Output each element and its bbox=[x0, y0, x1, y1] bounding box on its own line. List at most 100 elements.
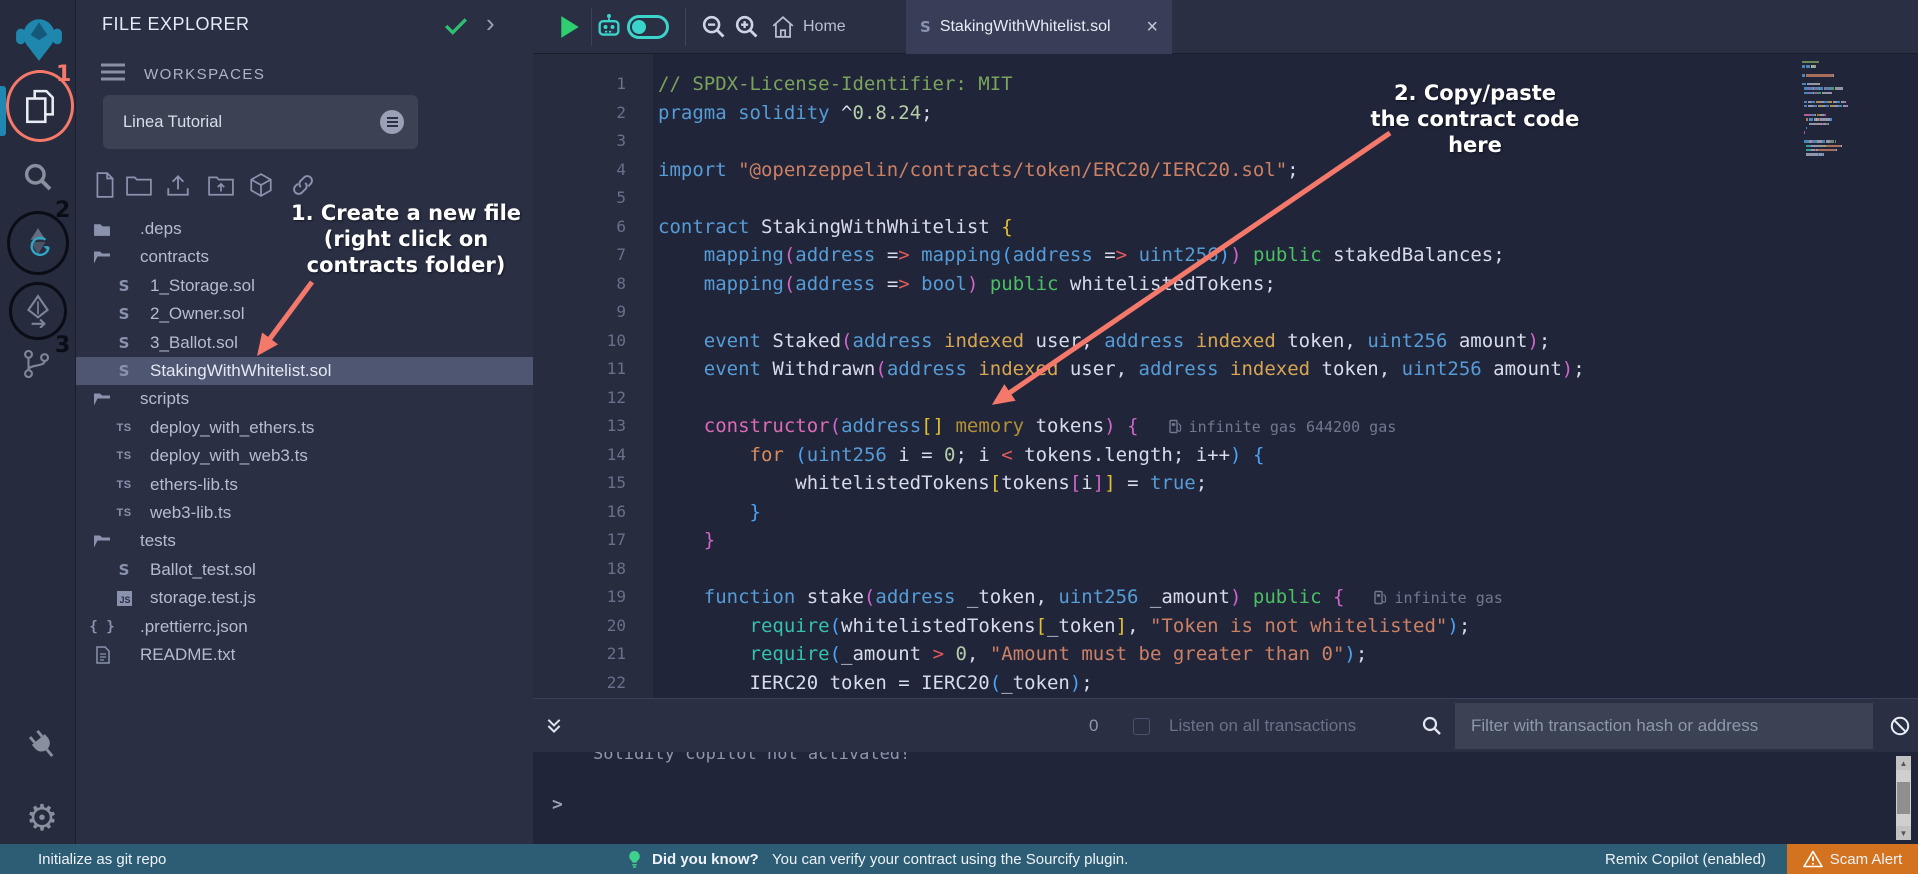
line-number: 9 bbox=[533, 298, 626, 327]
run-script-button[interactable] bbox=[555, 0, 585, 54]
gear-icon: ⚙ bbox=[26, 800, 58, 836]
zoom-in-button[interactable] bbox=[732, 0, 762, 54]
code-line-2[interactable]: pragma solidity ^0.8.24; bbox=[658, 99, 933, 128]
zoom-out-button[interactable] bbox=[699, 0, 729, 54]
line-number: 19 bbox=[533, 583, 626, 612]
code-line-21[interactable]: require(_amount > 0, "Amount must be gre… bbox=[658, 640, 1367, 669]
line-number: 16 bbox=[533, 498, 626, 527]
scrollbar-thumb[interactable] bbox=[1897, 782, 1910, 814]
code-editor[interactable]: 12345678910111213141516171819202122 // S… bbox=[533, 54, 1918, 698]
tree-item-2_Owner.sol[interactable]: S2_Owner.sol bbox=[76, 300, 533, 328]
file-explorer-button[interactable] bbox=[22, 88, 58, 126]
search-button[interactable] bbox=[21, 160, 55, 194]
code-line-13[interactable]: constructor(address[] memory tokens) {in… bbox=[658, 412, 1396, 441]
file-tree: .depscontractsS1_Storage.solS2_Owner.sol… bbox=[76, 0, 533, 844]
solidity-compiler-icon bbox=[20, 226, 56, 262]
tree-item-Ballot_test.sol[interactable]: S Ballot_test.sol bbox=[76, 556, 533, 584]
code-line-19[interactable]: function stake(address _token, uint256 _… bbox=[658, 583, 1503, 612]
minimap[interactable] bbox=[1798, 57, 1910, 167]
home-tab[interactable]: Home bbox=[771, 0, 881, 54]
terminal-output[interactable]: Solidity copilot not activated! > ▲ ▼ bbox=[533, 752, 1918, 844]
tree-item-README.txt[interactable]: README.txt bbox=[76, 641, 533, 669]
transaction-filter-input[interactable] bbox=[1455, 703, 1873, 749]
line-number: 4 bbox=[533, 156, 626, 185]
copilot-robot-icon[interactable] bbox=[593, 0, 625, 54]
line-number: 2 bbox=[533, 99, 626, 128]
file-explorer-panel: FILE EXPLORER › WORKSPACES Linea Tutoria… bbox=[76, 0, 533, 844]
code-line-1[interactable]: // SPDX-License-Identifier: MIT bbox=[658, 70, 1013, 99]
code-line-11[interactable]: event Withdrawn(address indexed user, ad… bbox=[658, 355, 1585, 384]
annotation-step2: 2. Copy/paste the contract code here bbox=[1325, 80, 1625, 158]
remix-logo-icon bbox=[14, 12, 64, 64]
editor-toolbar: Home S StakingWithWhitelist.sol × bbox=[533, 0, 1918, 54]
terminal-message: Solidity copilot not activated! bbox=[593, 752, 910, 764]
tree-item-scripts[interactable]: scripts bbox=[76, 385, 533, 413]
git-init-button[interactable]: Initialize as git repo bbox=[38, 844, 166, 874]
json-icon: { } bbox=[92, 617, 112, 637]
code-line-10[interactable]: event Staked(address indexed user, addre… bbox=[658, 327, 1550, 356]
line-number: 21 bbox=[533, 640, 626, 669]
listen-transactions-checkbox[interactable] bbox=[1133, 699, 1150, 753]
scroll-up-icon[interactable]: ▲ bbox=[1896, 756, 1911, 770]
tree-item-tests[interactable]: tests bbox=[76, 527, 533, 555]
file-label: web3-lib.ts bbox=[150, 503, 231, 523]
sol-icon: S bbox=[114, 333, 134, 353]
js-icon: JS bbox=[114, 588, 134, 608]
deploy-run-button[interactable] bbox=[21, 294, 55, 328]
tree-item-3_Ballot.sol[interactable]: S 3_Ballot.sol bbox=[76, 329, 533, 357]
solidity-compiler-button[interactable] bbox=[20, 226, 56, 262]
code-line-8[interactable]: mapping(address => bool) public whitelis… bbox=[658, 270, 1276, 299]
checkbox-icon bbox=[1133, 718, 1150, 735]
scam-alert-button[interactable]: Scam Alert bbox=[1787, 844, 1918, 874]
line-number: 1 bbox=[533, 70, 626, 99]
code-line-22[interactable]: IERC20 token = IERC20(_token); bbox=[658, 669, 1093, 698]
tab-stakingwithwhitelist[interactable]: S StakingWithWhitelist.sol × bbox=[906, 0, 1172, 54]
tree-item-deploy_with_web3.ts[interactable]: TSdeploy_with_web3.ts bbox=[76, 442, 533, 470]
code-line-17[interactable]: } bbox=[658, 526, 715, 555]
scroll-down-icon[interactable]: ▼ bbox=[1896, 826, 1911, 840]
folder-open-icon bbox=[92, 247, 112, 267]
code-line-15[interactable]: whitelistedTokens[tokens[i]] = true; bbox=[658, 469, 1207, 498]
folder-open-icon bbox=[92, 531, 112, 551]
clear-console-icon[interactable] bbox=[1889, 699, 1911, 753]
file-label: 3_Ballot.sol bbox=[150, 333, 238, 353]
line-number: 20 bbox=[533, 612, 626, 641]
line-number: 3 bbox=[533, 127, 626, 156]
code-line-16[interactable]: } bbox=[658, 498, 761, 527]
tree-item-ethers-lib.ts[interactable]: TSethers-lib.ts bbox=[76, 471, 533, 499]
settings-button[interactable]: ⚙ bbox=[22, 798, 62, 838]
gas-estimate: infinite gas bbox=[1374, 589, 1502, 607]
tree-item-web3-lib.ts[interactable]: TSweb3-lib.ts bbox=[76, 499, 533, 527]
code-line-20[interactable]: require(whitelistedTokens[_token], "Toke… bbox=[658, 612, 1470, 641]
plugin-manager-button[interactable] bbox=[24, 726, 62, 764]
tree-item-StakingWithWhitelist.sol[interactable]: SStakingWithWhitelist.sol bbox=[76, 357, 533, 385]
tree-item-storage.test.js[interactable]: JSstorage.test.js bbox=[76, 584, 533, 612]
warning-icon bbox=[1803, 850, 1823, 868]
terminal-search-icon[interactable] bbox=[1421, 699, 1443, 753]
git-button[interactable] bbox=[20, 346, 52, 382]
tree-item-.prettierrc.json[interactable]: { }.prettierrc.json bbox=[76, 613, 533, 641]
tree-item-deploy_with_ethers.ts[interactable]: TSdeploy_with_ethers.ts bbox=[76, 414, 533, 442]
file-icon bbox=[92, 645, 112, 665]
tab-title: StakingWithWhitelist.sol bbox=[940, 18, 1111, 36]
file-label: README.txt bbox=[140, 645, 235, 665]
line-number: 18 bbox=[533, 555, 626, 584]
code-line-6[interactable]: contract StakingWithWhitelist { bbox=[658, 213, 1013, 242]
code-line-7[interactable]: mapping(address => mapping(address => ui… bbox=[658, 241, 1505, 270]
file-label: ethers-lib.ts bbox=[150, 475, 238, 495]
code-line-4[interactable]: import "@openzeppelin/contracts/token/ER… bbox=[658, 156, 1299, 185]
file-label: .deps bbox=[140, 219, 182, 239]
sol-icon: S bbox=[114, 361, 134, 381]
close-tab-icon[interactable]: × bbox=[1146, 17, 1158, 37]
remix-logo[interactable] bbox=[14, 12, 64, 64]
copilot-status[interactable]: Remix Copilot (enabled) bbox=[1605, 844, 1766, 874]
transaction-count: 0 bbox=[1089, 699, 1098, 753]
terminal-scrollbar[interactable]: ▲ ▼ bbox=[1896, 756, 1911, 840]
did-you-know-label: Did you know? bbox=[652, 844, 759, 874]
annotation-number-2: 2 bbox=[55, 198, 70, 223]
file-label: Ballot_test.sol bbox=[150, 560, 256, 580]
collapse-terminal-button[interactable] bbox=[545, 699, 563, 753]
sol-icon: S bbox=[114, 560, 134, 580]
code-line-14[interactable]: for (uint256 i = 0; i < tokens.length; i… bbox=[658, 441, 1264, 470]
copilot-toggle[interactable] bbox=[625, 0, 671, 54]
